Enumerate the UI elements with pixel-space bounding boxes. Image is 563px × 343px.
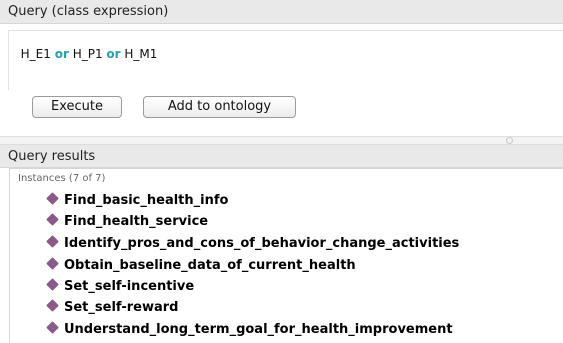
instance-item[interactable]: Understand_long_term_goal_for_health_imp…: [46, 319, 558, 340]
instance-item[interactable]: Find_basic_health_info: [46, 190, 558, 211]
query-panel-header: Query (class expression): [0, 0, 563, 24]
instance-label: Find_basic_health_info: [64, 193, 229, 208]
instance-label: Obtain_baseline_data_of_current_health: [64, 258, 356, 273]
individual-diamond-icon: [46, 321, 59, 334]
instance-label: Understand_long_term_goal_for_health_imp…: [64, 322, 453, 337]
individual-diamond-icon: [46, 235, 59, 248]
expr-token: H_M1: [120, 47, 158, 61]
instance-label: Find_health_service: [64, 214, 209, 229]
splitter-handle-icon[interactable]: [506, 137, 513, 144]
individual-diamond-icon: [46, 192, 59, 205]
individual-diamond-icon: [46, 257, 59, 270]
results-list: Instances (7 of 7) Find_basic_health_inf…: [9, 168, 563, 343]
instance-item[interactable]: Identify_pros_and_cons_of_behavior_chang…: [46, 233, 558, 254]
instance-item[interactable]: Obtain_baseline_data_of_current_health: [46, 255, 558, 276]
expr-keyword-or: or: [106, 47, 121, 61]
individual-diamond-icon: [46, 299, 59, 312]
expr-keyword-or: or: [54, 47, 69, 61]
expr-token: H_P1: [68, 47, 107, 61]
instance-label: Identify_pros_and_cons_of_behavior_chang…: [64, 236, 460, 251]
expr-token: H_E1: [20, 47, 55, 61]
instance-item[interactable]: Set_self-incentive: [46, 276, 558, 297]
instances-count-label: Instances (7 of 7): [18, 173, 106, 184]
results-panel-title: Query results: [8, 149, 96, 164]
add-to-ontology-button[interactable]: Add to ontology: [143, 96, 296, 118]
individual-diamond-icon: [46, 278, 59, 291]
individual-diamond-icon: [46, 213, 59, 226]
execute-button[interactable]: Execute: [32, 96, 122, 118]
instance-item[interactable]: Set_self-reward: [46, 297, 558, 318]
results-panel-header: Query results: [0, 144, 563, 168]
instance-item[interactable]: Find_health_service: [46, 211, 558, 232]
instance-label: Set_self-incentive: [64, 279, 195, 294]
query-expression-editor[interactable]: H_E1 or H_P1 or H_M1: [8, 30, 563, 90]
query-panel-title: Query (class expression): [8, 4, 169, 19]
instance-label: Set_self-reward: [64, 300, 179, 315]
